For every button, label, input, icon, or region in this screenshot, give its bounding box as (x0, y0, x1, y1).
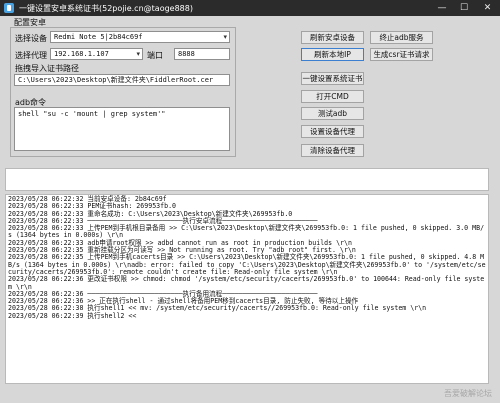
test-adb-button[interactable]: 测试adb (301, 107, 364, 120)
close-button[interactable]: ✕ (475, 0, 500, 16)
generate-csr-button[interactable]: 生成csr证书请求 (370, 48, 433, 61)
adb-command-textarea[interactable]: shell "su -c 'mount | grep system'" (14, 107, 230, 151)
set-device-proxy-button[interactable]: 设置设备代理 (301, 125, 364, 138)
output-input-box[interactable] (5, 168, 489, 191)
cert-path-label: 拖拽导入证书路径 (15, 64, 79, 73)
watermark: 吾爱破解论坛 (444, 389, 492, 398)
status-bar (0, 386, 500, 403)
set-system-cert-button[interactable]: 一键设置系统证书 (301, 72, 364, 85)
cert-path-input[interactable]: C:\Users\2023\Desktop\新建文件夹\FiddlerRoot.… (14, 74, 230, 86)
log-line: 2023/05/28 06:22:35 上传PEM到手机cacerts目录 >>… (8, 253, 486, 276)
proxy-select[interactable]: 192.168.1.107 ▾ (50, 48, 143, 60)
minimize-button[interactable]: — (431, 0, 453, 16)
device-label: 选择设备 (15, 34, 47, 43)
port-label: 端口 (147, 51, 163, 60)
clear-device-proxy-button[interactable]: 清除设备代理 (301, 144, 364, 157)
port-input[interactable]: 8888 (174, 48, 230, 60)
log-output[interactable]: 2023/05/28 06:22:32 当前安卓设备: 2b84c69f 202… (5, 194, 489, 384)
window-title: 一键设置安卓系统证书(52pojie.cn@taoge888) (19, 3, 193, 13)
log-line: 2023/05/28 06:22:36 更改证书权限 >> chmod: chm… (8, 275, 485, 291)
maximize-button[interactable]: ☐ (453, 0, 475, 16)
refresh-ip-button[interactable]: 刷新本地IP (301, 48, 364, 61)
log-line: 2023/05/28 06:22:39 执行shell2 << (8, 311, 137, 320)
proxy-label: 选择代理 (15, 51, 47, 60)
device-select[interactable]: Redmi Note 5|2b84c69f ▾ (50, 31, 230, 43)
device-select-value: Redmi Note 5|2b84c69f (54, 33, 143, 41)
title-bar: 一键设置安卓系统证书(52pojie.cn@taoge888) — ☐ ✕ (0, 0, 500, 16)
log-line: 2023/05/28 06:22:33 上传PEM到手机根目录备用 >> C:\… (8, 224, 485, 240)
open-cmd-button[interactable]: 打开CMD (301, 90, 364, 103)
chevron-down-icon: ▾ (136, 50, 140, 58)
kill-adb-button[interactable]: 终止adb服务 (370, 31, 433, 44)
refresh-device-button[interactable]: 刷新安卓设备 (301, 31, 364, 44)
proxy-select-value: 192.168.1.107 (54, 50, 109, 58)
chevron-down-icon: ▾ (223, 33, 227, 41)
app-icon (4, 3, 14, 13)
